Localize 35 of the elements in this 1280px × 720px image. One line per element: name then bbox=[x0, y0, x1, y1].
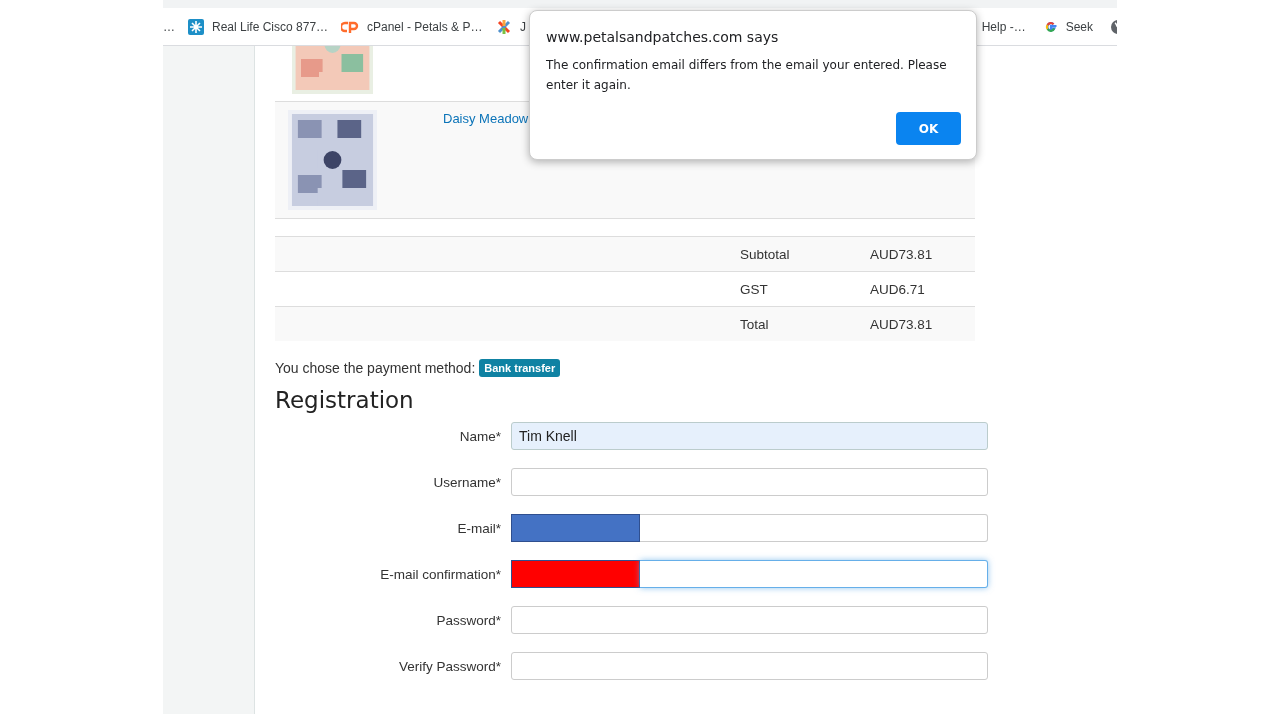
input-field[interactable] bbox=[511, 652, 988, 680]
bookmark[interactable]: Help -… bbox=[981, 19, 1026, 34]
input-field[interactable] bbox=[511, 606, 988, 634]
ok-button[interactable]: OK bbox=[896, 112, 961, 145]
joomla-logo-icon bbox=[496, 18, 512, 35]
bookmark[interactable]: … bbox=[163, 19, 188, 34]
payment-text: You chose the payment method: bbox=[275, 360, 476, 376]
total-value: AUD73.81 bbox=[870, 246, 934, 262]
dialog-message: The confirmation email differs from the email your entered. Please enter it again. bbox=[546, 57, 948, 94]
product-link[interactable]: Daisy Meadow bbox=[443, 111, 529, 126]
payment-method-badge: Bank transfer bbox=[479, 359, 561, 377]
total-label: Total bbox=[740, 316, 770, 332]
field-label: Username* bbox=[432, 474, 501, 490]
star-logo-icon bbox=[188, 18, 204, 35]
field-label: E-mail* bbox=[456, 520, 501, 536]
google-logo-icon bbox=[1043, 19, 1058, 34]
total-label: GST bbox=[740, 281, 769, 297]
input-field[interactable] bbox=[511, 468, 988, 496]
field-label: E-mail confirmation* bbox=[379, 566, 501, 582]
bookmark[interactable]: Seek bbox=[1043, 19, 1093, 34]
total-label: Subtotal bbox=[740, 246, 791, 262]
input-field[interactable] bbox=[640, 514, 988, 542]
bookmark[interactable]: J bbox=[496, 18, 526, 35]
total-value: AUD73.81 bbox=[870, 316, 934, 332]
field-label: Password* bbox=[435, 612, 501, 628]
cpanel-logo-icon bbox=[341, 20, 359, 33]
bookmark[interactable]: Real Life Cisco 877… bbox=[188, 18, 341, 35]
dialog-title: www.petalsandpatches.com says bbox=[546, 29, 780, 45]
field-label: Name* bbox=[458, 428, 501, 444]
field-label: Verify Password* bbox=[397, 658, 501, 674]
section-heading: Registration bbox=[275, 387, 415, 413]
total-value: AUD6.71 bbox=[870, 281, 926, 297]
input-field[interactable]: Tim Knell bbox=[511, 422, 988, 450]
input-field[interactable] bbox=[640, 560, 988, 588]
bookmark[interactable]: cPanel - Petals & P… bbox=[341, 19, 496, 34]
